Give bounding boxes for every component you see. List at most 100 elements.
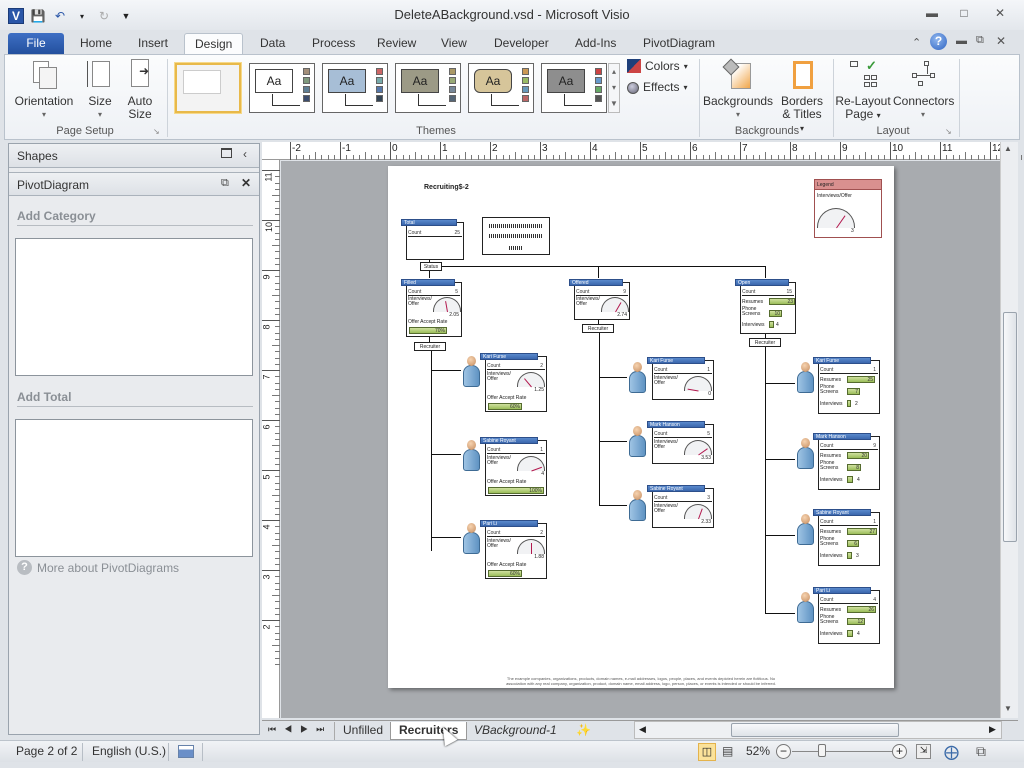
scroll-right-icon[interactable]: ▶ [989, 724, 996, 735]
layout-launcher-icon[interactable]: ↘ [945, 127, 952, 136]
add-category-list[interactable] [15, 238, 253, 376]
ruler-tick-label: 6 [692, 143, 698, 154]
ruler-tick-label: 9 [261, 274, 272, 280]
ruler-major-tick [440, 142, 441, 160]
collapse-pane-icon[interactable]: ‹ [243, 147, 247, 161]
vertical-scroll-thumb[interactable] [1003, 312, 1017, 542]
recruiter-node[interactable]: Sabine Royant Count 3 Interviews/Offer 2.… [647, 485, 714, 528]
effects-button[interactable]: Effects ▾ [627, 81, 687, 94]
page-tab-unfilled[interactable]: Unfilled [334, 722, 391, 740]
page-setup-launcher-icon[interactable]: ↘ [153, 127, 160, 136]
doc-restore-icon[interactable]: ⧉ [976, 34, 984, 47]
first-page-icon[interactable]: ⏮ [268, 724, 284, 734]
presentation-mode-icon[interactable]: ▤ [722, 744, 733, 758]
macro-record-icon[interactable] [178, 745, 194, 758]
orientation-button[interactable]: Orientation ▾ [13, 59, 75, 121]
recruiter-node[interactable]: Sabine Royant Count 1 Interviews/Offer 4 … [480, 437, 547, 496]
close-pane-icon[interactable]: ✕ [241, 176, 251, 190]
zoom-in-icon[interactable]: + [892, 744, 907, 759]
maximize-pane-icon[interactable] [221, 148, 232, 158]
zoom-level[interactable]: 52% [746, 744, 770, 758]
maximize-icon[interactable]: □ [952, 6, 976, 22]
normal-view-icon[interactable]: ◫ [698, 743, 716, 761]
doc-minimize-icon[interactable]: ▬ [956, 35, 967, 47]
auto-size-icon: ➜ [125, 59, 155, 91]
page-tab-vbackground[interactable]: VBackground-1 [466, 722, 565, 740]
auto-size-button[interactable]: ➜ Auto Size [123, 59, 157, 121]
language-indicator[interactable]: English (U.S.) [92, 744, 166, 758]
fit-page-icon[interactable]: ⇲ [916, 744, 931, 759]
theme-blue[interactable]: Aa [322, 63, 388, 113]
recruiter-node[interactable]: Kari Furse Count 1 Interviews/Offer 0 [647, 357, 714, 400]
more-about-link[interactable]: ? More about PivotDiagrams [17, 560, 179, 575]
last-page-icon[interactable]: ⏭ [316, 724, 332, 734]
tab-data[interactable]: Data [250, 33, 295, 54]
pan-zoom-icon[interactable]: ⨁ [944, 743, 959, 761]
tab-insert[interactable]: Insert [128, 33, 178, 54]
vertical-scrollbar[interactable]: ▲ ▼ [1000, 142, 1018, 718]
drawing-page[interactable]: Recruiting$-2 Legend Interviews/Offer 3 … [388, 166, 894, 688]
close-icon[interactable]: ✕ [988, 6, 1012, 22]
tab-pivotdiagram[interactable]: PivotDiagram [633, 33, 725, 54]
tab-process[interactable]: Process [302, 33, 365, 54]
ruler-major-tick [790, 142, 791, 160]
add-total-list[interactable] [15, 419, 253, 557]
ribbon-tabs: File Home Insert Design Data Process Rev… [0, 30, 1024, 54]
theme-olive[interactable]: Aa [395, 63, 461, 113]
theme-tan[interactable]: Aa [468, 63, 534, 113]
ruler-tick-label: 10 [892, 143, 904, 154]
tab-file[interactable]: File [8, 33, 64, 54]
scroll-down-icon[interactable]: ▼ [1004, 704, 1012, 713]
insert-page-icon[interactable]: ✨ [576, 723, 591, 737]
person-icon [628, 490, 646, 522]
help-icon[interactable]: ? [930, 33, 947, 50]
minimize-icon[interactable]: ▬ [920, 6, 944, 22]
connectors-button[interactable]: Connectors ▾ [893, 59, 954, 121]
tab-home[interactable]: Home [70, 33, 122, 54]
recruiter-node[interactable]: Sabine Royant Count 1 Resumes 27 Phone Scr… [813, 509, 880, 566]
size-button[interactable]: Size ▾ [85, 59, 115, 121]
next-page-icon[interactable]: ▶ [300, 724, 316, 734]
horizontal-scroll-thumb[interactable] [731, 723, 899, 737]
colors-button[interactable]: Colors ▾ [627, 59, 688, 73]
collapse-ribbon-icon[interactable]: ⌃ [912, 36, 921, 49]
ruler-major-tick [262, 270, 280, 271]
recruiter-node[interactable]: Mark Hanson Count 9 Resumes 20 Phone Scree… [813, 433, 880, 490]
ruler-major-tick [262, 370, 280, 371]
page-indicator[interactable]: Page 2 of 2 [16, 744, 77, 758]
zoom-slider-thumb[interactable] [818, 744, 826, 757]
recruiter-node[interactable]: Kari Furse Count 1 Resumes 25 Phone Screen… [813, 357, 880, 414]
themes-scroll[interactable]: ▴ ▾ ▼ [608, 63, 620, 113]
ruler-major-tick [340, 142, 341, 160]
recruiter-node[interactable]: Pari Li Count 2 Interviews/Offer 1.88 Off… [480, 520, 547, 579]
tab-developer[interactable]: Developer [484, 33, 559, 54]
tab-add-ins[interactable]: Add-Ins [565, 33, 626, 54]
theme-gray[interactable]: Aa [541, 63, 607, 113]
relayout-page-button[interactable]: ✓ Re-Layout Page ▾ [835, 59, 891, 122]
scroll-up-icon[interactable]: ▲ [1004, 144, 1012, 153]
prev-page-icon[interactable]: ◀ [284, 724, 300, 734]
horizontal-scrollbar[interactable]: ◀ ▶ [634, 721, 1002, 739]
borders-titles-button[interactable]: Borders & Titles ▾ [779, 59, 825, 135]
zoom-out-icon[interactable]: − [776, 744, 791, 759]
gauge [684, 440, 712, 456]
left-panel: Shapes ‹ PivotDiagram ⧉ ✕ Add Category A… [8, 143, 260, 735]
recruiter-node[interactable]: Pari Li Count 4 Resumes 26 Phone Screens 1… [813, 587, 880, 644]
scroll-left-icon[interactable]: ◀ [639, 724, 646, 735]
gauge [684, 504, 712, 520]
theme-office[interactable]: Aa [249, 63, 315, 113]
ruler-major-tick [990, 142, 991, 160]
recruiter-node[interactable]: Kari Furse Count 2 Interviews/Offer 1.25 … [480, 353, 547, 412]
switch-windows-icon[interactable]: ⧉ [976, 743, 986, 760]
float-pane-icon[interactable]: ⧉ [221, 177, 229, 190]
theme-none[interactable] [175, 63, 241, 113]
zoom-slider-track[interactable] [792, 751, 892, 752]
ruler-major-tick [490, 142, 491, 160]
doc-close-icon[interactable]: ✕ [996, 34, 1006, 48]
tab-design[interactable]: Design [184, 33, 244, 54]
backgrounds-icon [722, 58, 753, 91]
tab-view[interactable]: View [431, 33, 477, 54]
recruiter-node[interactable]: Mark Hanson Count 5 Interviews/Offer 3.53 [647, 421, 714, 464]
backgrounds-button[interactable]: Backgrounds ▾ [703, 58, 773, 121]
tab-review[interactable]: Review [367, 33, 426, 54]
